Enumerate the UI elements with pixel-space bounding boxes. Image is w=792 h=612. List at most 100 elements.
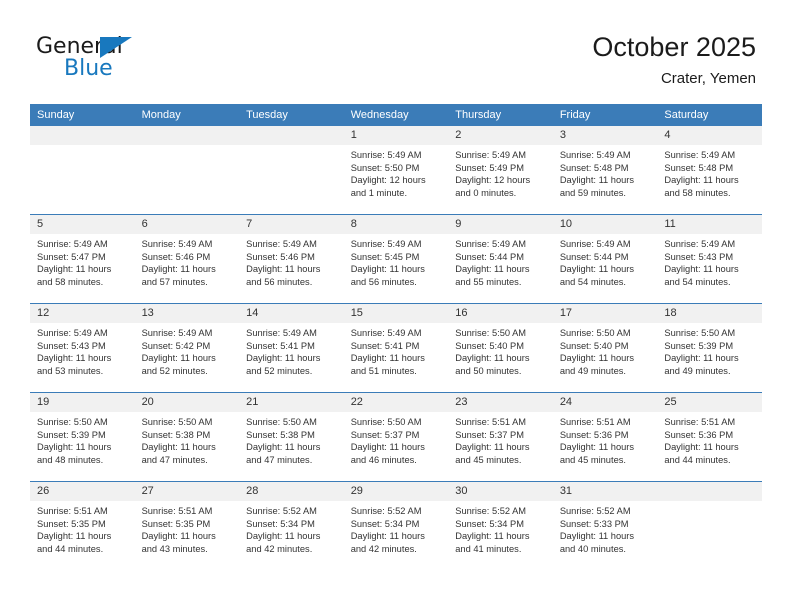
calendar-day-cell[interactable]: 17 Sunrise: 5:50 AM Sunset: 5:40 PM Dayligh… [552,303,658,393]
sunset-text: Sunset: 5:39 PM [37,429,106,440]
sunset-text: Sunset: 5:50 PM [350,162,420,173]
daylight-text: Daylight: 11 hours and 58 minutes. [664,175,739,198]
calendar-day: 12 Sunrise: 5:49 AM Sunset: 5:43 PM Dayligh… [30,304,135,392]
calendar-day-cell[interactable] [30,126,135,215]
day-details: Sunrise: 5:49 AM Sunset: 5:45 PM Daylight:… [344,234,449,288]
calendar-day-cell[interactable]: 10 Sunrise: 5:49 AM Sunset: 5:44 PM Dayligh… [552,214,658,304]
calendar-day-empty [657,482,762,570]
calendar-day-cell[interactable]: 1 Sunrise: 5:49 AM Sunset: 5:50 PM Daylight… [343,126,449,215]
calendar-day-cell[interactable]: 15 Sunrise: 5:49 AM Sunset: 5:41 PM Dayligh… [343,303,449,393]
calendar-day-cell[interactable]: 23 Sunrise: 5:51 AM Sunset: 5:37 PM Dayligh… [448,392,553,482]
daylight-text: Daylight: 11 hours and 42 minutes. [350,531,425,554]
sunrise-text: Sunrise: 5:51 AM [141,506,213,516]
calendar-day: 1 Sunrise: 5:49 AM Sunset: 5:50 PM Daylight… [343,126,449,214]
daylight-text: Daylight: 11 hours and 57 minutes. [141,264,216,287]
calendar-day-cell[interactable]: 16 Sunrise: 5:50 AM Sunset: 5:40 PM Dayligh… [448,303,553,393]
calendar-day-cell[interactable] [134,126,240,215]
sunrise-text: Sunrise: 5:50 AM [141,417,213,427]
calendar-day-cell[interactable]: 30 Sunrise: 5:52 AM Sunset: 5:34 PM Dayligh… [448,481,553,570]
daylight-text: Daylight: 11 hours and 56 minutes. [246,264,321,287]
calendar-day: 27 Sunrise: 5:51 AM Sunset: 5:35 PM Dayligh… [134,482,240,570]
calendar-day: 9 Sunrise: 5:49 AM Sunset: 5:44 PM Daylight… [448,215,553,303]
sunrise-text: Sunrise: 5:50 AM [246,417,317,427]
calendar-day-cell[interactable]: 6 Sunrise: 5:49 AM Sunset: 5:46 PM Daylight… [134,214,240,304]
day-details: Sunrise: 5:49 AM Sunset: 5:49 PM Daylight:… [448,145,553,199]
calendar-day-cell[interactable]: 2 Sunrise: 5:49 AM Sunset: 5:49 PM Daylight… [448,126,553,215]
sunset-text: Sunset: 5:35 PM [141,518,211,529]
calendar-day: 7 Sunrise: 5:49 AM Sunset: 5:46 PM Daylight… [239,215,344,303]
sunrise-text: Sunrise: 5:50 AM [350,417,422,427]
day-details: Sunrise: 5:51 AM Sunset: 5:35 PM Daylight:… [135,501,240,555]
calendar-day-cell[interactable]: 19 Sunrise: 5:50 AM Sunset: 5:39 PM Dayligh… [30,392,135,482]
day-number: 18 [657,304,762,323]
day-details: Sunrise: 5:51 AM Sunset: 5:35 PM Daylight:… [30,501,135,555]
sunrise-text: Sunrise: 5:51 AM [664,417,736,427]
calendar-day-cell[interactable]: 31 Sunrise: 5:52 AM Sunset: 5:33 PM Dayligh… [552,481,658,570]
day-details: Sunrise: 5:49 AM Sunset: 5:48 PM Daylight:… [553,145,658,199]
sunset-text: Sunset: 5:43 PM [664,251,734,262]
calendar-day-cell[interactable]: 7 Sunrise: 5:49 AM Sunset: 5:46 PM Daylight… [239,214,344,304]
calendar-day-empty [134,126,240,214]
daylight-text: Daylight: 12 hours and 0 minutes. [455,175,531,198]
day-number: 1 [343,126,449,145]
sunrise-text: Sunrise: 5:52 AM [246,506,317,516]
day-details: Sunrise: 5:49 AM Sunset: 5:46 PM Daylight:… [135,234,240,288]
calendar-day-cell[interactable]: 20 Sunrise: 5:50 AM Sunset: 5:38 PM Dayligh… [134,392,240,482]
day-number: 14 [239,304,344,323]
sunrise-text: Sunrise: 5:51 AM [455,417,527,427]
calendar-day: 30 Sunrise: 5:52 AM Sunset: 5:34 PM Dayligh… [448,482,553,570]
sunset-text: Sunset: 5:36 PM [664,429,734,440]
calendar-day-cell[interactable]: 3 Sunrise: 5:49 AM Sunset: 5:48 PM Daylight… [552,126,658,215]
day-details: Sunrise: 5:49 AM Sunset: 5:44 PM Daylight:… [448,234,553,288]
daylight-text: Daylight: 11 hours and 41 minutes. [455,531,530,554]
sunrise-text: Sunrise: 5:49 AM [455,239,527,249]
daylight-text: Daylight: 11 hours and 40 minutes. [559,531,635,554]
calendar-day-cell[interactable]: 4 Sunrise: 5:49 AM Sunset: 5:48 PM Daylight… [657,126,762,215]
calendar-day-cell[interactable]: 28 Sunrise: 5:52 AM Sunset: 5:34 PM Dayligh… [239,481,344,570]
calendar-day-cell[interactable]: 9 Sunrise: 5:49 AM Sunset: 5:44 PM Daylight… [448,214,553,304]
calendar-day-cell[interactable] [239,126,344,215]
calendar-day-cell[interactable]: 11 Sunrise: 5:49 AM Sunset: 5:43 PM Dayligh… [657,214,762,304]
calendar-day-cell[interactable]: 25 Sunrise: 5:51 AM Sunset: 5:36 PM Dayligh… [657,392,762,482]
calendar-day-cell[interactable]: 27 Sunrise: 5:51 AM Sunset: 5:35 PM Dayligh… [134,481,240,570]
day-details: Sunrise: 5:49 AM Sunset: 5:44 PM Daylight:… [553,234,658,288]
general-blue-logo[interactable]: General Blue [36,34,166,86]
calendar-day-cell[interactable]: 29 Sunrise: 5:52 AM Sunset: 5:34 PM Dayligh… [343,481,449,570]
calendar-day: 3 Sunrise: 5:49 AM Sunset: 5:48 PM Daylight… [552,126,658,214]
day-number: 19 [30,393,135,412]
calendar-day-cell[interactable]: 21 Sunrise: 5:50 AM Sunset: 5:38 PM Dayligh… [239,392,344,482]
logo-word-blue: Blue [64,56,113,81]
day-details: Sunrise: 5:52 AM Sunset: 5:33 PM Daylight:… [553,501,658,555]
title-block: October 2025 Crater, Yemen [592,30,756,90]
day-details: Sunrise: 5:49 AM Sunset: 5:41 PM Daylight:… [239,323,344,377]
day-number: 30 [448,482,553,501]
day-details: Sunrise: 5:50 AM Sunset: 5:37 PM Daylight:… [344,412,449,466]
sunset-text: Sunset: 5:43 PM [37,340,106,351]
calendar-day: 22 Sunrise: 5:50 AM Sunset: 5:37 PM Dayligh… [343,393,449,481]
day-details: Sunrise: 5:50 AM Sunset: 5:40 PM Daylight:… [448,323,553,377]
calendar-day: 25 Sunrise: 5:51 AM Sunset: 5:36 PM Dayligh… [657,393,762,481]
sunrise-text: Sunrise: 5:49 AM [664,150,736,160]
calendar-day-cell[interactable]: 26 Sunrise: 5:51 AM Sunset: 5:35 PM Dayligh… [30,481,135,570]
calendar-day-cell[interactable] [657,481,762,570]
day-details: Sunrise: 5:50 AM Sunset: 5:39 PM Daylight:… [30,412,135,466]
calendar-day-cell[interactable]: 8 Sunrise: 5:49 AM Sunset: 5:45 PM Daylight… [343,214,449,304]
sunrise-text: Sunrise: 5:50 AM [455,328,527,338]
day-number: 11 [657,215,762,234]
calendar-day-cell[interactable]: 14 Sunrise: 5:49 AM Sunset: 5:41 PM Dayligh… [239,303,344,393]
sunrise-text: Sunrise: 5:51 AM [559,417,631,427]
day-details: Sunrise: 5:49 AM Sunset: 5:47 PM Daylight:… [30,234,135,288]
calendar-day-cell[interactable]: 24 Sunrise: 5:51 AM Sunset: 5:36 PM Dayligh… [552,392,658,482]
calendar-day-cell[interactable]: 22 Sunrise: 5:50 AM Sunset: 5:37 PM Dayligh… [343,392,449,482]
logo-triangle-icon [100,37,132,58]
calendar-day-cell[interactable]: 13 Sunrise: 5:49 AM Sunset: 5:42 PM Dayligh… [134,303,240,393]
calendar-day-cell[interactable]: 18 Sunrise: 5:50 AM Sunset: 5:39 PM Dayligh… [657,303,762,393]
calendar-day-cell[interactable]: 12 Sunrise: 5:49 AM Sunset: 5:43 PM Dayligh… [30,303,135,393]
daylight-text: Daylight: 11 hours and 56 minutes. [350,264,425,287]
page-subtitle: Crater, Yemen [660,70,756,87]
calendar-day-empty [30,126,135,214]
calendar-page: General Blue October 2025 Crater, Yemen … [0,0,792,612]
calendar-day-cell[interactable]: 5 Sunrise: 5:49 AM Sunset: 5:47 PM Daylight… [30,214,135,304]
sunset-text: Sunset: 5:48 PM [559,162,629,173]
sunset-text: Sunset: 5:38 PM [141,429,211,440]
